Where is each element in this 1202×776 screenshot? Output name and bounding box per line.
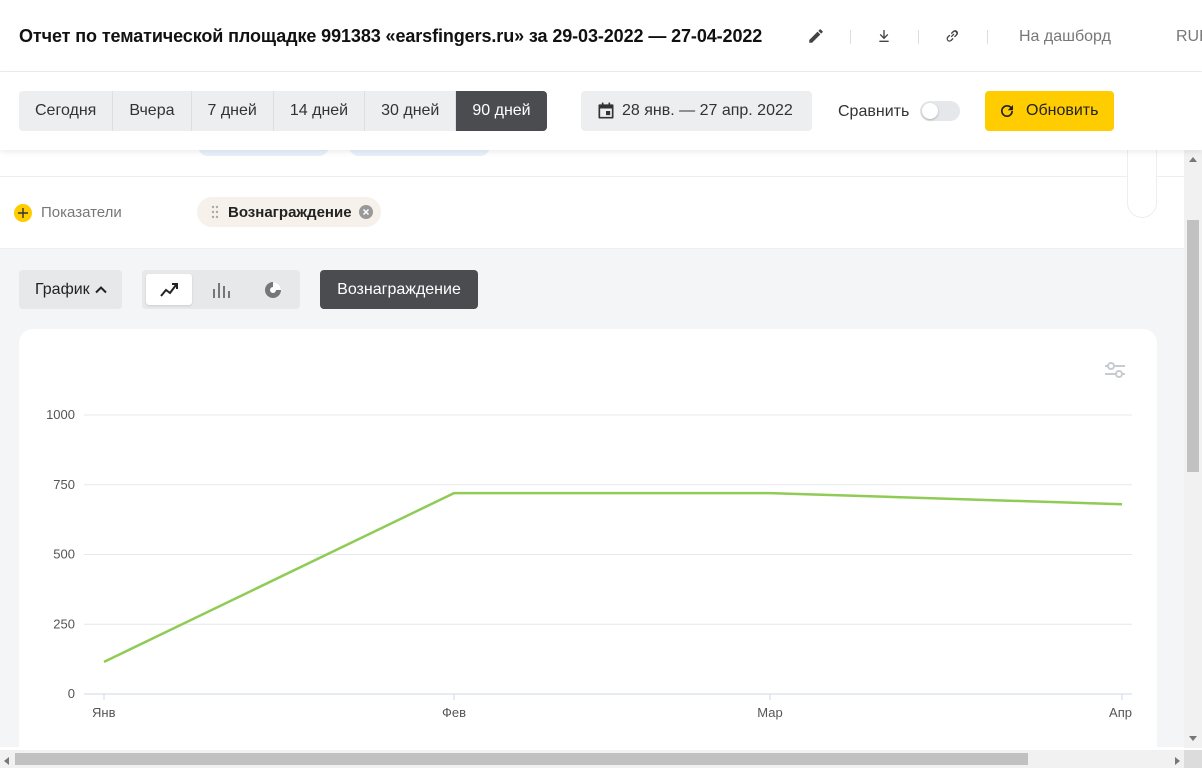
series-button[interactable]: Вознаграждение <box>320 270 478 309</box>
scrollbar-corner <box>1184 750 1202 768</box>
refresh-icon <box>998 102 1016 120</box>
scroll-up-icon[interactable] <box>1189 157 1197 162</box>
pie-chart-icon[interactable] <box>250 274 296 305</box>
chart-section: График Вознаграждение 0 250 500 750 1000 Янв Ф… <box>0 249 1184 759</box>
compare-toggle[interactable] <box>920 101 960 121</box>
vertical-scrollbar[interactable] <box>1184 150 1202 748</box>
refresh-label: Обновить <box>1026 102 1099 119</box>
period-toolbar: Сегодня Вчера 7 дней 14 дней 30 дней 90 … <box>0 72 1202 150</box>
chart-card: 0 250 500 750 1000 Янв Фев Мар Апр <box>19 329 1157 759</box>
horizontal-scroll-thumb[interactable] <box>15 753 1028 765</box>
report-title: Отчет по тематической площадке 991383 «e… <box>19 26 763 46</box>
calendar-icon <box>596 101 616 121</box>
scroll-down-icon[interactable] <box>1189 736 1197 741</box>
x-tick-label: Мар <box>757 705 782 720</box>
header-separator <box>850 30 851 44</box>
horizontal-scrollbar[interactable] <box>0 748 1202 776</box>
drag-handle-icon[interactable] <box>211 205 219 219</box>
period-14-days-button[interactable]: 14 дней <box>273 91 366 131</box>
side-panel-handle[interactable] <box>1127 150 1157 218</box>
header-separator <box>987 30 988 44</box>
period-90-days-button[interactable]: 90 дней <box>456 91 547 131</box>
chart-type-label: График <box>35 280 90 298</box>
download-icon[interactable] <box>874 26 894 46</box>
vertical-scroll-thumb[interactable] <box>1187 220 1199 472</box>
date-range-picker[interactable]: 28 янв. — 27 апр. 2022 <box>581 91 812 131</box>
metric-chip[interactable]: Вознаграждение <box>197 197 381 227</box>
remove-metric-icon[interactable] <box>358 205 373 219</box>
chart-type-dropdown[interactable]: График <box>19 270 122 309</box>
x-tick-label: Апр <box>1109 705 1132 720</box>
x-tick-label: Янв <box>92 705 116 720</box>
metric-chip-label: Вознаграждение <box>228 203 352 221</box>
y-tick-label: 0 <box>68 686 75 701</box>
link-icon[interactable] <box>942 26 962 46</box>
x-tick-label: Фев <box>442 705 466 720</box>
line-chart: 0 250 500 750 1000 Янв Фев Мар Апр <box>46 407 1132 720</box>
edit-icon[interactable] <box>806 26 826 46</box>
metrics-label[interactable]: Показатели <box>41 204 122 221</box>
header-separator <box>918 30 919 44</box>
period-30-days-button[interactable]: 30 дней <box>365 91 457 131</box>
chart-view-switch <box>142 270 300 309</box>
currency-selector[interactable]: RUB <box>1176 28 1202 46</box>
dashboard-link[interactable]: На дашборд <box>1019 28 1111 46</box>
y-tick-label: 500 <box>53 547 75 562</box>
report-header: Отчет по тематической площадке 991383 «e… <box>0 0 1202 72</box>
y-tick-label: 750 <box>53 477 75 492</box>
date-range-text: 28 янв. — 27 апр. 2022 <box>622 102 793 119</box>
scroll-left-icon[interactable] <box>4 757 9 765</box>
compare-label: Сравнить <box>838 103 910 120</box>
period-yesterday-button[interactable]: Вчера <box>113 91 192 131</box>
line-chart-icon[interactable] <box>146 274 192 305</box>
chevron-up-icon <box>94 283 108 297</box>
divider <box>0 176 1184 177</box>
series-line[interactable] <box>103 491 1123 664</box>
horizontal-scroll-track[interactable] <box>0 750 1184 768</box>
period-today-button[interactable]: Сегодня <box>19 91 114 131</box>
period-7-days-button[interactable]: 7 дней <box>191 91 274 131</box>
add-metric-icon[interactable] <box>14 204 32 222</box>
y-tick-label: 250 <box>53 616 75 631</box>
y-tick-label: 1000 <box>46 407 75 422</box>
filters-panel: Показатели Вознаграждение <box>0 146 1184 249</box>
bar-chart-icon[interactable] <box>198 274 244 305</box>
toggle-knob <box>922 103 938 119</box>
period-selector: Сегодня Вчера 7 дней 14 дней 30 дней 90 … <box>19 91 547 131</box>
scroll-right-icon[interactable] <box>1175 757 1180 765</box>
refresh-button[interactable]: Обновить <box>985 91 1114 131</box>
